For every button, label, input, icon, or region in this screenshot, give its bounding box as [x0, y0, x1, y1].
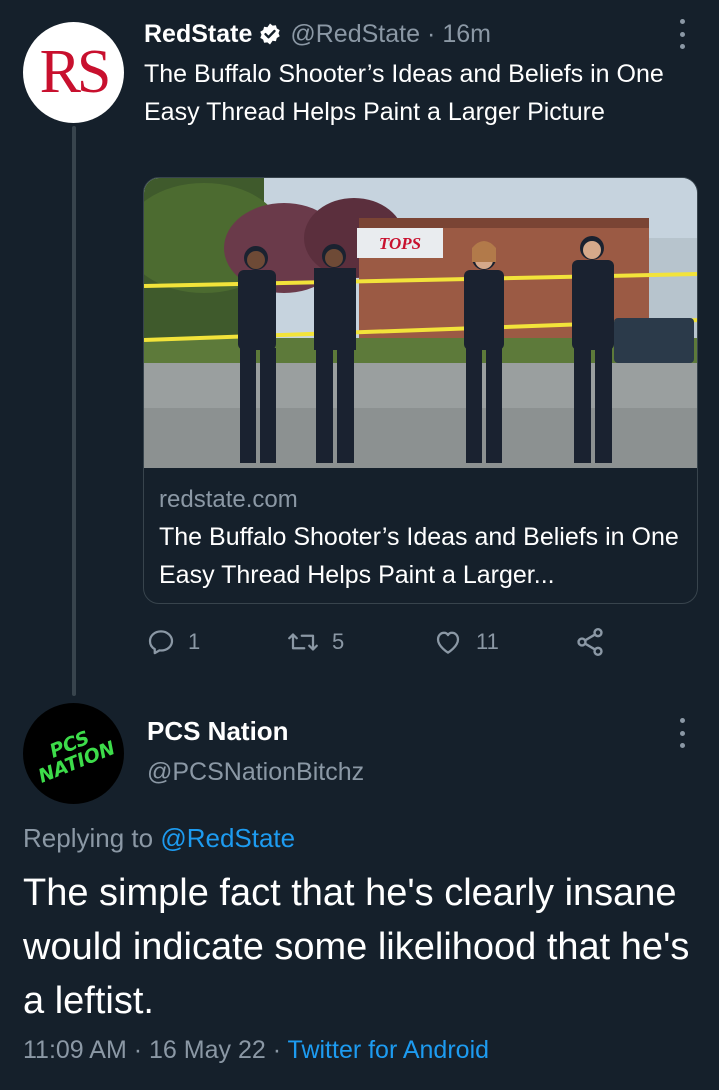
- retweet-icon: [288, 633, 318, 651]
- author-handle[interactable]: @RedState: [290, 20, 420, 49]
- reply-more-options-icon[interactable]: [677, 718, 687, 748]
- replying-to-link[interactable]: @RedState: [160, 823, 295, 853]
- meta-separator: ·: [133, 1036, 143, 1064]
- like-count: 11: [476, 629, 499, 654]
- meta-separator-2: ·: [272, 1036, 282, 1064]
- redstate-avatar[interactable]: RS: [23, 22, 124, 123]
- reply-tweet-text: The simple fact that he's clearly insane…: [23, 872, 690, 1022]
- reply-button[interactable]: 1: [146, 620, 200, 664]
- tweet-meta: 11:09 AM · 16 May 22 · Twitter for Andro…: [23, 1036, 489, 1065]
- heart-icon: [436, 631, 460, 654]
- parent-tweet-header: RedState @RedState · 16m: [144, 16, 491, 52]
- reply-icon: [148, 630, 174, 655]
- reply-count: 1: [188, 629, 201, 654]
- verified-badge-icon: [258, 22, 282, 46]
- card-title: The Buffalo Shooter’s Ideas and Beliefs …: [159, 523, 679, 589]
- avatar-letters: RS: [39, 38, 112, 106]
- share-icon: [577, 628, 603, 656]
- card-image: TOPS: [144, 178, 697, 468]
- replying-to-line: Replying to @RedState: [23, 823, 295, 854]
- link-preview-card[interactable]: TOPS redstate.com The Buffalo Shooter’s …: [143, 177, 698, 604]
- separator-dot: ·: [427, 19, 436, 48]
- thread-connector-line: [72, 126, 76, 696]
- author-name[interactable]: RedState: [144, 20, 252, 49]
- pcs-nation-avatar[interactable]: PCS NATION: [23, 703, 124, 804]
- reply-author-name[interactable]: PCS Nation: [147, 716, 289, 747]
- parent-tweet-text: The Buffalo Shooter’s Ideas and Beliefs …: [144, 60, 664, 126]
- tops-sign: TOPS: [379, 234, 421, 253]
- share-button[interactable]: [574, 620, 618, 664]
- reply-author-handle[interactable]: @PCSNationBitchz: [147, 758, 364, 787]
- retweet-button[interactable]: 5: [286, 620, 344, 664]
- retweet-count: 5: [332, 629, 345, 654]
- more-options-icon[interactable]: [677, 19, 687, 49]
- card-domain: redstate.com: [159, 486, 298, 513]
- tweet-date[interactable]: 16 May 22: [149, 1036, 266, 1064]
- replying-prefix: Replying to: [23, 823, 154, 853]
- police-scene-illustration: TOPS: [144, 178, 697, 468]
- tweet-actions-bar: 1 5 11: [146, 620, 616, 664]
- tweet-source-link[interactable]: Twitter for Android: [288, 1036, 489, 1064]
- tweet-timestamp[interactable]: 11:09 AM: [23, 1036, 127, 1064]
- pcs-logo: PCS NATION: [35, 726, 119, 788]
- tweet-time[interactable]: 16m: [442, 20, 491, 49]
- like-button[interactable]: 11: [432, 620, 499, 664]
